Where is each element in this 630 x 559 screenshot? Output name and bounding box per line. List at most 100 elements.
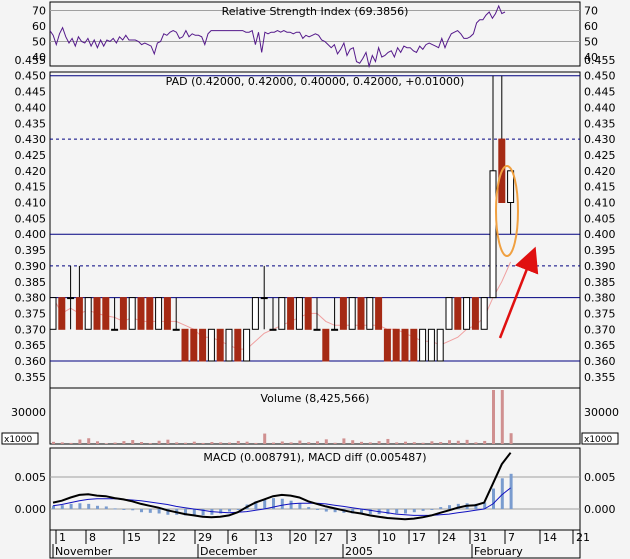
candle-up	[260, 297, 268, 300]
macd-tick-left: 0.000	[15, 503, 47, 516]
candle-up	[49, 297, 57, 330]
volume-title: Volume (8,425,566)	[261, 392, 370, 405]
time-axis-day-label: 21	[576, 531, 590, 544]
candle-up	[278, 297, 286, 330]
time-axis-day-label: 7	[508, 531, 515, 544]
volume-bar	[492, 390, 495, 444]
volume-bar	[456, 440, 460, 444]
volume-bar	[263, 433, 267, 444]
rsi-tick-right: 70	[584, 5, 598, 18]
candle-up	[207, 328, 215, 362]
volume-bar	[113, 442, 117, 444]
macd-histogram-bar	[439, 507, 443, 509]
time-axis-month-label: November	[55, 545, 113, 558]
time-axis-month-label: December	[200, 545, 258, 558]
candle-up	[445, 297, 453, 330]
price-tick-right: 0.380	[584, 292, 616, 305]
price-tick-right: 0.445	[584, 86, 616, 99]
candle-up	[128, 297, 136, 330]
macd-histogram-bar	[395, 509, 399, 514]
volume-bar	[140, 442, 143, 444]
candle-up	[313, 328, 321, 331]
time-axis-day-label: 1	[59, 531, 66, 544]
price-tick-left: 0.420	[15, 165, 47, 178]
volume-bar	[430, 441, 434, 444]
volume-bar	[104, 443, 108, 444]
volume-bar	[448, 440, 451, 444]
rsi-tick-right: 50	[584, 36, 598, 49]
volume-bar	[342, 438, 346, 444]
candle-up	[243, 328, 251, 362]
candle-down	[392, 328, 400, 362]
price-tick-left: 0.370	[15, 323, 47, 336]
volume-bar	[386, 438, 390, 444]
macd-histogram-bar	[448, 505, 451, 509]
price-tick-left: 0.395	[15, 244, 47, 257]
time-axis-day-label: 17	[412, 531, 426, 544]
volume-bar	[254, 442, 258, 444]
price-tick-left: 0.415	[15, 181, 47, 194]
candle-down	[401, 328, 409, 362]
candle-down	[75, 297, 83, 330]
price-tick-left: 0.430	[15, 133, 47, 146]
macd-tick-right: 0.000	[584, 503, 616, 516]
volume-bar	[228, 442, 231, 444]
candle-down	[181, 328, 189, 362]
price-tick-right: 0.405	[584, 212, 616, 225]
candle-up	[111, 328, 119, 331]
price-tick-left: 0.455	[15, 54, 47, 67]
macd-histogram-bar	[52, 505, 55, 509]
volume-bar	[289, 442, 293, 444]
candle-up	[419, 328, 427, 362]
candle-down	[375, 297, 383, 330]
macd-histogram-bar	[122, 509, 126, 510]
volume-bar	[377, 441, 381, 444]
candle-up	[251, 297, 259, 330]
time-axis-day-label: 27	[319, 531, 333, 544]
macd-histogram-bar	[307, 507, 311, 509]
chart-canvas: 70 7060 6050 5040 400.455 0.4550.450 0.4500.44…	[1, 1, 619, 559]
macd-histogram-bar	[404, 509, 407, 514]
macd-histogram-bar	[509, 473, 513, 509]
candle-up	[427, 328, 435, 362]
macd-title: MACD (0.008791), MACD diff (0.005487)	[203, 451, 426, 464]
volume-bar	[421, 442, 425, 444]
time-axis-month-label: 2005	[345, 545, 373, 558]
price-tick-right: 0.360	[584, 355, 616, 368]
macd-histogram-bar	[316, 509, 319, 510]
macd-tick-right: 0.005	[584, 471, 616, 484]
price-tick-right: 0.415	[584, 181, 616, 194]
time-axis-day-label: 3	[350, 531, 357, 544]
macd-histogram-bar	[412, 509, 416, 513]
price-tick-left: 0.390	[15, 260, 47, 273]
macd-histogram-bar	[87, 503, 91, 509]
price-tick-right: 0.430	[584, 133, 616, 146]
volume-bar	[157, 440, 161, 444]
candle-up	[436, 328, 444, 362]
price-panel	[49, 71, 581, 389]
candle-down	[287, 297, 295, 330]
volume-tick-right: 30000	[584, 406, 619, 419]
volume-bar	[236, 440, 240, 444]
price-tick-right: 0.370	[584, 323, 616, 336]
volume-bar	[439, 442, 443, 444]
macd-histogram-bar	[131, 509, 135, 511]
volume-bar	[395, 442, 399, 444]
volume-bar	[298, 440, 302, 444]
volume-bar	[404, 441, 407, 444]
macd-histogram-bar	[96, 505, 99, 509]
macd-histogram-bar	[60, 505, 64, 509]
time-axis-day-label: 13	[259, 531, 273, 544]
macd-histogram-bar	[236, 509, 240, 510]
candle-up	[155, 297, 163, 330]
price-tick-right: 0.455	[584, 54, 616, 67]
volume-bar	[60, 442, 64, 444]
time-axis-day-label: 31	[473, 531, 487, 544]
macd-histogram-bar	[492, 488, 495, 509]
rsi-tick-left: 50	[32, 36, 46, 49]
price-tick-left: 0.450	[15, 70, 47, 83]
price-tick-right: 0.365	[584, 339, 616, 352]
price-tick-left: 0.380	[15, 292, 47, 305]
macd-tick-left: 0.005	[15, 471, 47, 484]
price-tick-left: 0.440	[15, 101, 47, 114]
